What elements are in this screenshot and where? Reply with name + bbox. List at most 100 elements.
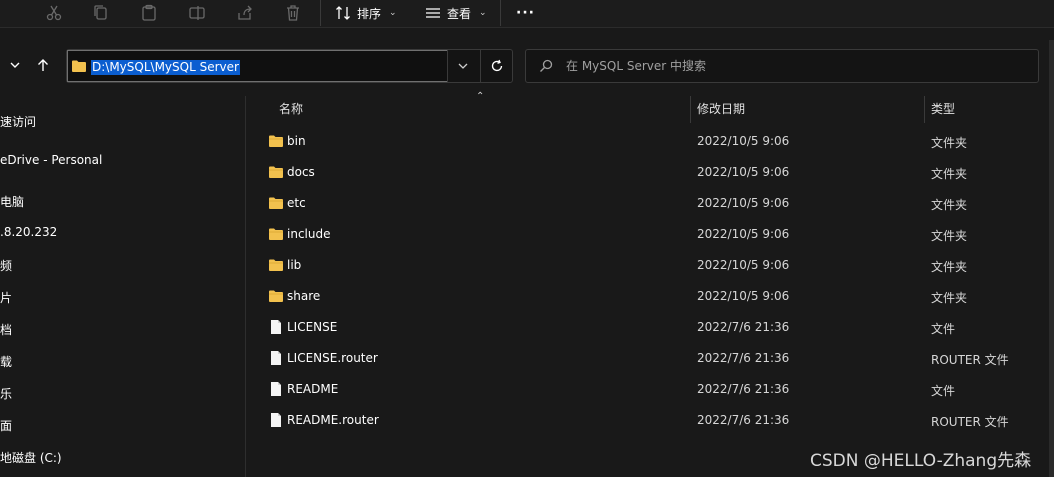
sort-label: 排序 [357,6,382,21]
file-type: ROUTER 文件 [931,415,1009,429]
rename-icon[interactable] [186,2,208,24]
watermark: CSDN @HELLO-Zhang先森 [810,451,1032,471]
file-name: docs [287,165,315,179]
file-name: README [287,382,339,396]
column-header-name[interactable]: 名称 [279,100,303,117]
file-icon [271,320,281,334]
sidebar-item-quick-access[interactable]: 速访问 [0,113,36,130]
file-name: README.router [287,413,379,427]
file-name: LICENSE.router [287,351,378,365]
file-date-modified: 2022/7/6 21:36 [697,320,790,334]
file-row[interactable]: share 2022/10/5 9:06 文件夹 [262,281,1042,312]
refresh-button[interactable] [480,50,512,82]
navigation-pane: 速访问 eDrive - Personal 电脑 .8.20.232 频 片 档… [0,96,246,477]
file-date-modified: 2022/10/5 9:06 [697,196,790,210]
column-header-date-modified[interactable]: 修改日期 [697,100,745,117]
address-input[interactable]: D:\MySQL\MySQL Server [67,50,447,82]
sort-icon [336,6,350,20]
recent-locations-chevron-icon[interactable] [6,56,24,74]
folder-icon [269,290,283,302]
view-label: 查看 [447,6,472,21]
folder-icon [269,197,283,209]
sidebar-item-pictures[interactable]: 片 [0,289,12,306]
file-date-modified: 2022/10/5 9:06 [697,165,790,179]
file-icon [271,413,281,427]
sidebar-item-documents[interactable]: 档 [0,321,12,338]
file-date-modified: 2022/7/6 21:36 [697,382,790,396]
view-button[interactable]: 查看 ⌄ [425,2,487,24]
file-date-modified: 2022/7/6 21:36 [697,351,790,365]
sidebar-item-local-disk-c[interactable]: 地磁盘 (C:) [0,449,62,466]
folder-icon [72,60,86,72]
chevron-down-icon: ⌄ [479,8,487,18]
folder-icon [269,259,283,271]
file-type: 文件 [931,322,956,336]
sidebar-item-music[interactable]: 乐 [0,385,12,402]
column-header-type[interactable]: 类型 [931,100,955,117]
delete-icon[interactable] [282,2,304,24]
file-date-modified: 2022/7/6 21:36 [697,413,790,427]
toolbar-divider [320,0,321,26]
chevron-down-icon: ⌄ [389,8,397,18]
column-divider[interactable] [690,96,691,123]
file-type: 文件 [931,384,956,398]
file-date-modified: 2022/10/5 9:06 [697,258,790,272]
file-row[interactable]: include 2022/10/5 9:06 文件夹 [262,219,1042,250]
toolbar-divider [500,0,501,26]
sidebar-item-onedrive[interactable]: eDrive - Personal [0,153,102,167]
file-name: LICENSE [287,320,338,334]
folder-icon [269,166,283,178]
file-row[interactable]: bin 2022/10/5 9:06 文件夹 [262,126,1042,157]
window-scrollbar[interactable] [1049,40,1054,477]
more-options-button[interactable]: ··· [516,2,535,24]
file-type: 文件夹 [931,229,968,243]
folder-icon [269,135,283,147]
sidebar-item-downloads[interactable]: 载 [0,353,12,370]
cut-icon[interactable] [43,2,65,24]
file-name: bin [287,134,306,148]
file-date-modified: 2022/10/5 9:06 [697,227,790,241]
address-row: D:\MySQL\MySQL Server 在 MySQL Server 中搜索 [0,38,1054,96]
file-row[interactable]: README 2022/7/6 21:36 文件 [262,374,1042,405]
file-row[interactable]: LICENSE 2022/7/6 21:36 文件 [262,312,1042,343]
file-explorer-window: 排序 ⌄ 查看 ⌄ ··· D:\MySQL\MySQL Server 在 My… [0,0,1054,477]
copy-icon[interactable] [90,2,112,24]
address-dropdown-button[interactable] [447,50,477,82]
file-row[interactable]: docs 2022/10/5 9:06 文件夹 [262,157,1042,188]
file-row[interactable]: README.router 2022/7/6 21:36 ROUTER 文件 [262,405,1042,436]
column-divider[interactable] [924,96,925,123]
file-name: include [287,227,331,241]
file-date-modified: 2022/10/5 9:06 [697,289,790,303]
sidebar-item-network-location[interactable]: .8.20.232 [0,225,57,239]
file-row[interactable]: etc 2022/10/5 9:06 文件夹 [262,188,1042,219]
file-type: 文件夹 [931,198,968,212]
paste-icon[interactable] [138,2,160,24]
sidebar-item-desktop[interactable]: 面 [0,417,12,434]
up-arrow-icon[interactable] [34,56,52,74]
share-icon[interactable] [234,2,256,24]
search-icon [540,59,553,72]
search-placeholder: 在 MySQL Server 中搜索 [566,59,706,73]
file-type: 文件夹 [931,260,968,274]
sidebar-item-this-pc[interactable]: 电脑 [0,193,24,210]
address-bar[interactable]: D:\MySQL\MySQL Server [66,49,513,83]
more-icon: ··· [516,5,535,21]
file-row[interactable]: lib 2022/10/5 9:06 文件夹 [262,250,1042,281]
file-row[interactable]: LICENSE.router 2022/7/6 21:36 ROUTER 文件 [262,343,1042,374]
address-path: D:\MySQL\MySQL Server [91,60,240,75]
file-date-modified: 2022/10/5 9:06 [697,134,790,148]
file-type: 文件夹 [931,167,968,181]
view-icon [426,8,440,18]
file-name: share [287,289,321,303]
sidebar-item-videos[interactable]: 频 [0,257,12,274]
file-name: etc [287,196,306,210]
file-type: 文件夹 [931,136,968,150]
folder-icon [269,228,283,240]
file-icon [271,382,281,396]
sort-button[interactable]: 排序 ⌄ [335,2,397,24]
search-input[interactable]: 在 MySQL Server 中搜索 [525,49,1039,83]
chevron-down-icon [458,63,467,69]
command-bar: 排序 ⌄ 查看 ⌄ ··· [0,0,1054,28]
file-name: lib [287,258,302,272]
sort-indicator-icon: ⌃ [476,91,485,102]
